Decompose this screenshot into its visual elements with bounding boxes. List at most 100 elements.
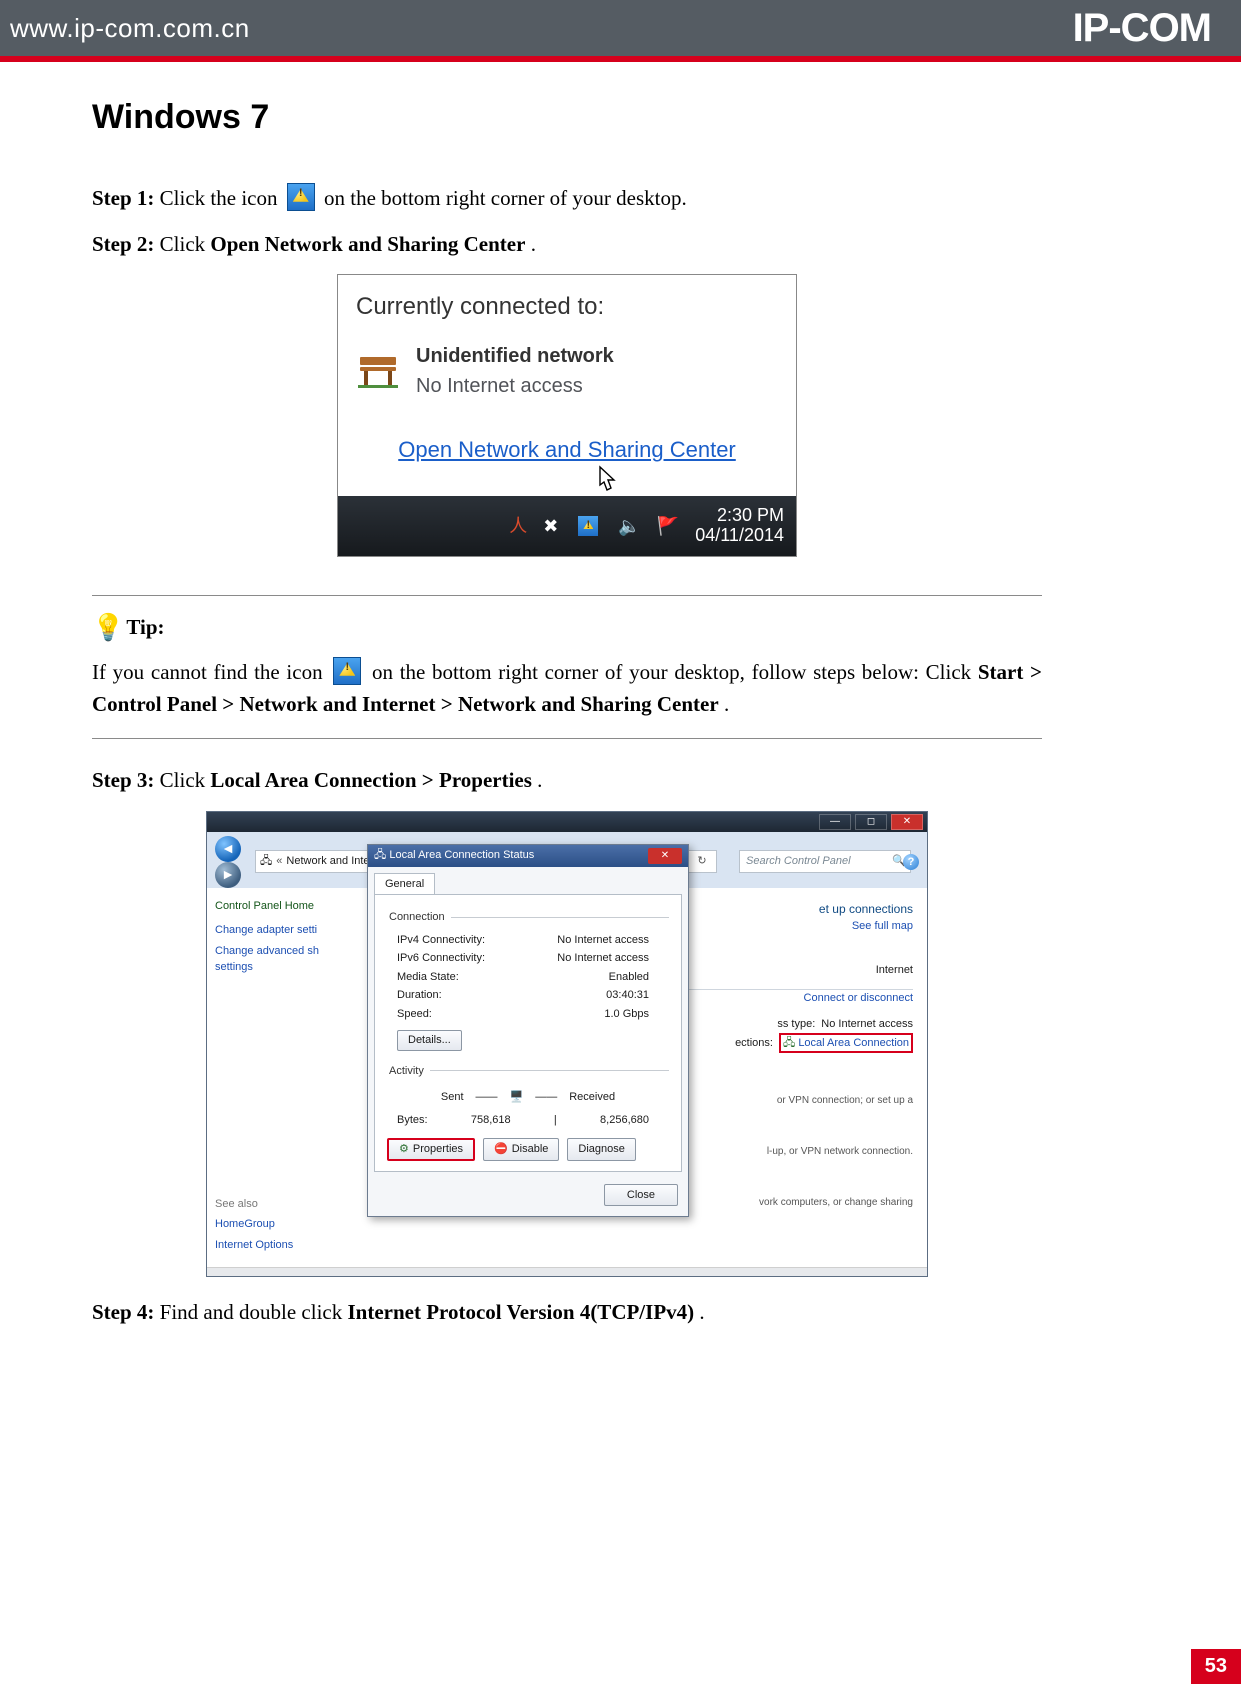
search-wrapper: Search Control Panel 🔍 bbox=[739, 850, 911, 873]
ipv4-value: No Internet access bbox=[557, 932, 649, 949]
step3-dot: . bbox=[537, 768, 542, 792]
tip-heading: 💡 Tip: bbox=[92, 608, 1042, 647]
dialog-close-button[interactable]: ✕ bbox=[648, 848, 682, 864]
network-row: Unidentified network No Internet access bbox=[338, 331, 796, 411]
cp-sidebar: Control Panel Home Change adapter setti … bbox=[207, 888, 363, 1268]
monitors-icon: 🖥️ bbox=[510, 1089, 524, 1106]
network-state: No Internet access bbox=[416, 371, 614, 401]
tray-flag-icon[interactable]: 🚩 bbox=[657, 513, 679, 540]
nav-forward-button[interactable]: ► bbox=[215, 862, 241, 888]
pipe-icon: | bbox=[554, 1112, 557, 1129]
disable-icon: ⛔ bbox=[494, 1141, 508, 1158]
homegroup-link[interactable]: HomeGroup bbox=[215, 1216, 355, 1233]
duration-value: 03:40:31 bbox=[606, 987, 649, 1004]
refresh-button[interactable]: ↻ bbox=[688, 853, 716, 870]
tray-x-icon: ✖ bbox=[543, 513, 558, 540]
tip-body: If you cannot find the icon on the botto… bbox=[92, 657, 1042, 720]
help-icon[interactable]: ? bbox=[903, 854, 919, 870]
connection-group: Connection IPv4 Connectivity:No Internet… bbox=[387, 909, 669, 1055]
gear-icon: ⚙ bbox=[399, 1141, 409, 1158]
pointer-cursor-icon bbox=[590, 465, 618, 508]
lightbulb-icon: 💡 bbox=[92, 608, 124, 647]
step3-text-a: Click bbox=[160, 768, 211, 792]
see-also-label: See also bbox=[215, 1196, 355, 1213]
tray-network-icon[interactable] bbox=[578, 516, 598, 536]
doc-header: www.ip-com.com.cn IP-COM bbox=[0, 0, 1241, 62]
dialog-title-row: 🖧 Local Area Connection Status bbox=[374, 847, 534, 864]
breadcrumb-icon: 🖧 bbox=[260, 853, 272, 870]
figure-network-flyout: Currently connected to: Unidentified net… bbox=[337, 274, 797, 557]
divider-icon: —— bbox=[476, 1089, 498, 1106]
clock-date: 04/11/2014 bbox=[695, 526, 784, 546]
diagnose-button[interactable]: Diagnose bbox=[567, 1138, 635, 1161]
disable-button[interactable]: ⛔ Disable bbox=[483, 1138, 559, 1161]
ipv6-value: No Internet access bbox=[557, 950, 649, 967]
see-full-map-link[interactable]: See full map bbox=[852, 920, 913, 932]
step2-bold: Open Network and Sharing Center bbox=[210, 232, 525, 256]
step-1: Step 1: Click the icon on the bottom rig… bbox=[92, 183, 1042, 215]
bytes-received: 8,256,680 bbox=[600, 1112, 649, 1129]
step3-bold: Local Area Connection > Properties bbox=[210, 768, 531, 792]
details-button[interactable]: Details... bbox=[397, 1030, 462, 1051]
nav-back-button[interactable]: ◄ bbox=[215, 836, 241, 862]
step4-text-a: Find and double click bbox=[160, 1300, 348, 1324]
tip-label: Tip: bbox=[126, 612, 164, 644]
step1-label: Step 1: bbox=[92, 186, 154, 210]
connect-or-disconnect-link[interactable]: Connect or disconnect bbox=[804, 992, 913, 1004]
lan-icon: 🖧 bbox=[783, 1037, 795, 1049]
close-button[interactable]: Close bbox=[604, 1184, 678, 1207]
flyout-heading: Currently connected to: bbox=[338, 275, 796, 331]
speed-value: 1.0 Gbps bbox=[604, 1006, 649, 1023]
step-3: Step 3: Click Local Area Connection > Pr… bbox=[92, 765, 1042, 797]
ipv6-label: IPv6 Connectivity: bbox=[397, 950, 485, 967]
tip-dot: . bbox=[724, 692, 729, 716]
dialog-title: Local Area Connection Status bbox=[389, 849, 534, 861]
media-label: Media State: bbox=[397, 969, 459, 986]
step-4: Step 4: Find and double click Internet P… bbox=[92, 1297, 1042, 1329]
bytes-sent: 758,618 bbox=[471, 1112, 511, 1129]
search-input[interactable]: Search Control Panel bbox=[740, 851, 886, 872]
tab-general[interactable]: General bbox=[374, 873, 435, 895]
tip-b: on the bottom right corner of your deskt… bbox=[372, 660, 978, 684]
duration-label: Duration: bbox=[397, 987, 442, 1004]
open-network-sharing-link[interactable]: Open Network and Sharing Center bbox=[338, 411, 796, 496]
header-url: www.ip-com.com.cn bbox=[10, 13, 250, 44]
divider-bottom bbox=[92, 738, 1042, 739]
taskbar-clock[interactable]: 2:30 PM 04/11/2014 bbox=[695, 506, 784, 546]
park-bench-icon bbox=[352, 347, 404, 395]
network-text: Unidentified network No Internet access bbox=[416, 341, 614, 401]
chevron-icon: « bbox=[276, 853, 282, 870]
tray-volume-icon[interactable]: 🔈 bbox=[618, 513, 640, 540]
clock-time: 2:30 PM bbox=[695, 506, 784, 526]
window-close-button[interactable]: ✕ bbox=[891, 814, 923, 830]
network-tray-icon bbox=[333, 657, 361, 685]
horizontal-scrollbar[interactable] bbox=[207, 1267, 927, 1276]
access-type-value: No Internet access bbox=[821, 1016, 913, 1033]
activity-group: Activity Sent —— 🖥️ —— Received Bytes: 7… bbox=[387, 1063, 669, 1131]
figure-control-panel: — ◻ ✕ ◄ ► 🖧 « Network and Internet ▸ Net… bbox=[206, 811, 928, 1278]
sent-label: Sent bbox=[441, 1089, 464, 1106]
step2-label: Step 2: bbox=[92, 232, 154, 256]
tray-red-icon: 人 bbox=[509, 513, 527, 540]
internet-options-link[interactable]: Internet Options bbox=[215, 1237, 355, 1254]
cp-home[interactable]: Control Panel Home bbox=[215, 898, 355, 915]
connections-label: ections: bbox=[735, 1035, 773, 1052]
step2-text-a: Click bbox=[160, 232, 211, 256]
local-area-connection-link[interactable]: Local Area Connection bbox=[798, 1037, 909, 1049]
step4-bold: Internet Protocol Version 4(TCP/IPv4) bbox=[347, 1300, 694, 1324]
window-titlebar: — ◻ ✕ bbox=[207, 812, 927, 832]
bytes-label: Bytes: bbox=[397, 1112, 428, 1129]
activity-legend: Activity bbox=[387, 1063, 430, 1080]
window-maximize-button[interactable]: ◻ bbox=[855, 814, 887, 830]
lac-status-dialog: 🖧 Local Area Connection Status ✕ General… bbox=[367, 844, 689, 1218]
change-advanced-link[interactable]: Change advanced sh settings bbox=[215, 943, 355, 976]
window-minimize-button[interactable]: — bbox=[819, 814, 851, 830]
divider-icon: —— bbox=[535, 1089, 557, 1106]
divider-top bbox=[92, 595, 1042, 596]
step4-dot: . bbox=[699, 1300, 704, 1324]
page-number: 53 bbox=[1191, 1649, 1241, 1684]
change-adapter-link[interactable]: Change adapter setti bbox=[215, 922, 355, 939]
properties-button[interactable]: ⚙ Properties bbox=[387, 1138, 475, 1161]
page-title: Windows 7 bbox=[92, 92, 1042, 143]
brand-logo: IP-COM bbox=[1073, 6, 1211, 51]
